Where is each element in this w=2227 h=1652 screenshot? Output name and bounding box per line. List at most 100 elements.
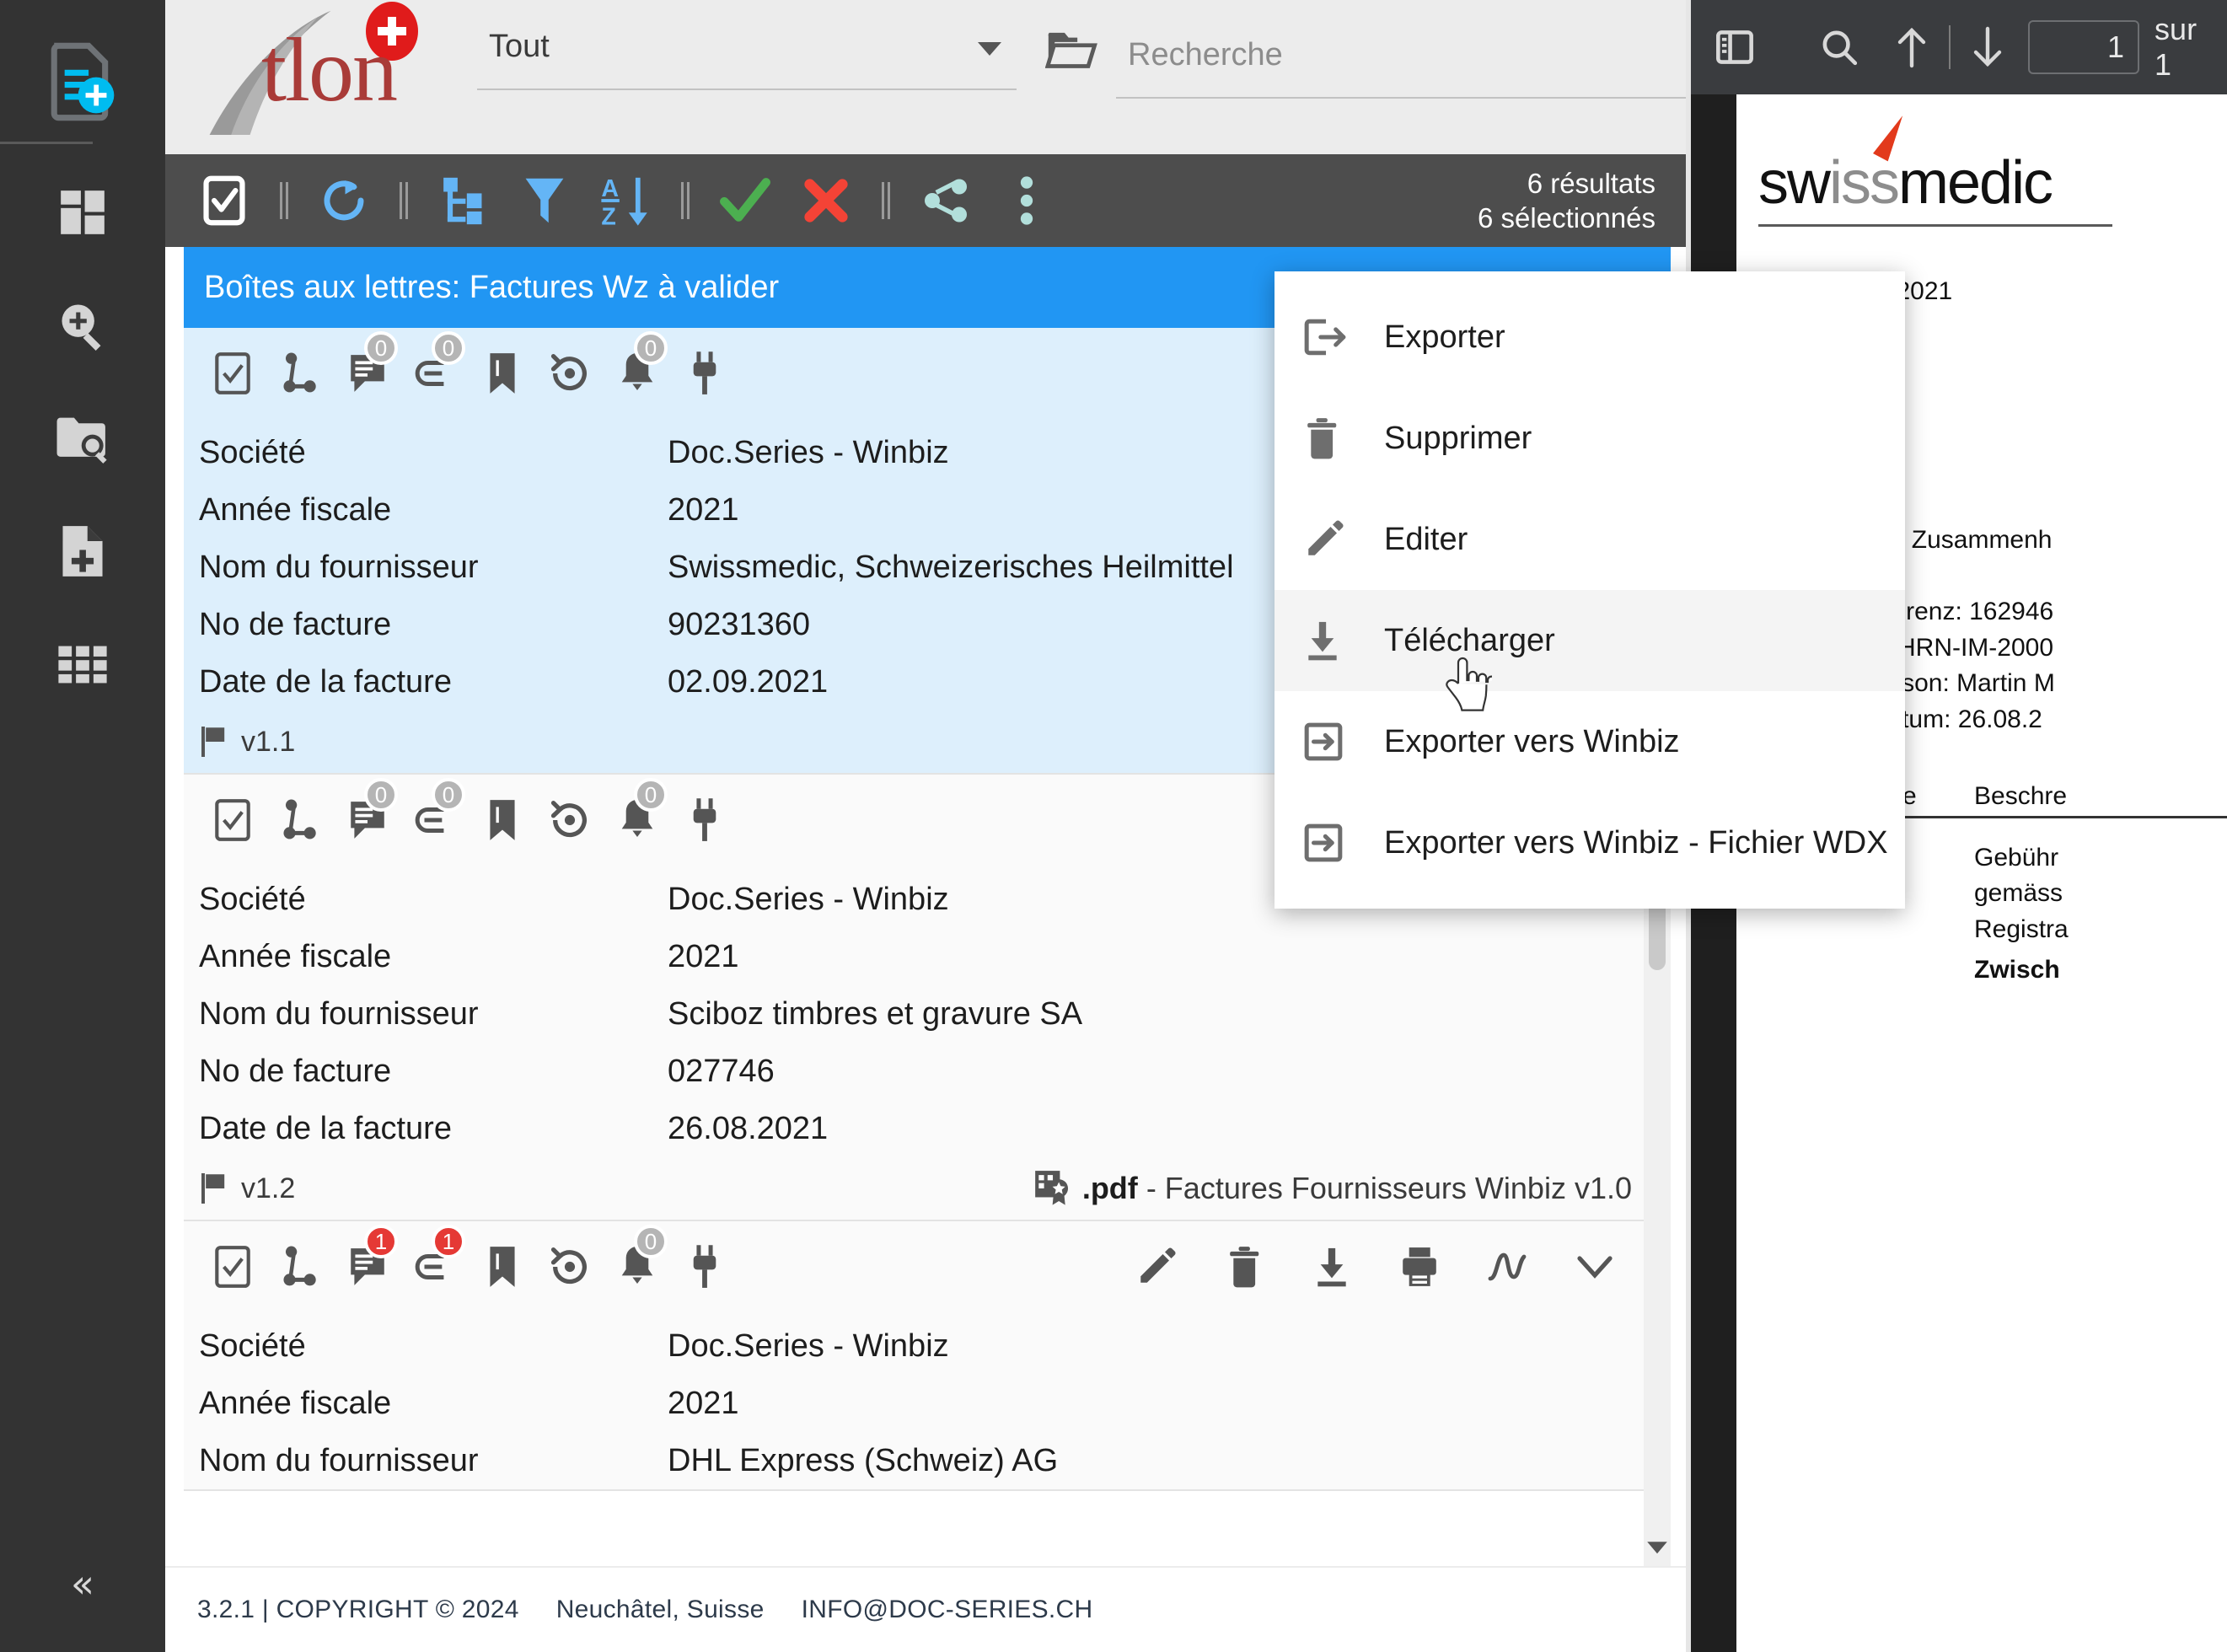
alerts-icon[interactable]: 0: [604, 1225, 671, 1301]
folder-button[interactable]: [1045, 25, 1097, 72]
signature-icon[interactable]: [1463, 1233, 1551, 1301]
list-item: Année fiscale 2021: [199, 1375, 1644, 1432]
grid-icon[interactable]: [0, 608, 165, 721]
pdf-page-input[interactable]: 1: [2028, 20, 2140, 74]
validate-icon[interactable]: [705, 160, 786, 241]
toolbar-divider: [265, 182, 303, 219]
swissmedic-logo: swissmedic: [1758, 111, 2227, 227]
pdf-cell-description: Gebühr gemäss Registra Zwisch: [1974, 840, 2109, 989]
expand-icon[interactable]: [1551, 1233, 1639, 1301]
pdf-toolbar: 1 sur 1: [1691, 0, 2227, 94]
reject-icon[interactable]: [786, 160, 867, 241]
plug-icon[interactable]: [671, 340, 738, 407]
result-counts: 6 résultats 6 sélectionnés: [1478, 166, 1655, 236]
sort-az-icon[interactable]: A Z: [585, 160, 666, 241]
plug-icon[interactable]: [671, 786, 738, 854]
field-value: Doc.Series - Winbiz: [668, 1328, 949, 1364]
pdf-page-total: sur 1: [2155, 12, 2197, 82]
field-value: Swissmedic, Schweizerisches Heilmittel: [668, 549, 1234, 585]
new-document-icon[interactable]: [0, 25, 165, 138]
history-icon[interactable]: [536, 340, 604, 407]
record-fields: Société Doc.Series - Winbiz Année fiscal…: [184, 866, 1644, 1157]
sidebar-toggle-icon[interactable]: [1706, 13, 1763, 81]
comments-icon[interactable]: 0: [334, 331, 401, 407]
bookmark-icon[interactable]: [469, 340, 536, 407]
pdf-search-icon[interactable]: [1811, 13, 1868, 81]
footer-location: Neuchâtel, Suisse: [555, 1596, 765, 1623]
select-all-icon[interactable]: [184, 160, 265, 241]
folder-search-icon[interactable]: [0, 382, 165, 495]
alerts-icon[interactable]: 0: [604, 778, 671, 854]
menu-item-exporter[interactable]: Exporter: [1274, 287, 1905, 388]
context-menu: Exporter Supprimer Editer Télécharger Ex…: [1274, 271, 1905, 909]
menu-item-label: Editer: [1384, 521, 1468, 557]
workflow-icon[interactable]: [266, 1233, 334, 1301]
export-box-icon: [1303, 721, 1384, 762]
app-logo: tlon: [165, 0, 477, 154]
comments-icon[interactable]: 0: [334, 778, 401, 854]
workflow-icon[interactable]: [266, 786, 334, 854]
refresh-icon[interactable]: [303, 160, 384, 241]
record-checkbox-icon[interactable]: [199, 786, 266, 854]
arrow-down-icon[interactable]: [1959, 13, 2016, 81]
share-icon[interactable]: [905, 160, 986, 241]
history-icon[interactable]: [536, 786, 604, 854]
document-add-icon[interactable]: [0, 495, 165, 608]
table-row[interactable]: 1 1 0 Société Doc.Series - Winbiz Année …: [184, 1221, 1644, 1491]
svg-text:Z: Z: [601, 204, 615, 228]
tree-view-icon[interactable]: [423, 160, 504, 241]
section-title: Boîtes aux lettres: Factures Wz à valide…: [204, 269, 780, 305]
export-box-icon: [1303, 823, 1384, 863]
delete-icon[interactable]: [1200, 1233, 1288, 1301]
history-icon[interactable]: [536, 1233, 604, 1301]
results-count-label: 6 résultats: [1527, 168, 1655, 199]
collapse-rail-button[interactable]: «: [0, 1564, 165, 1603]
menu-item-editer[interactable]: Editer: [1274, 489, 1905, 590]
list-item: Nom du fournisseur Sciboz timbres et gra…: [199, 985, 1644, 1043]
comments-icon[interactable]: 1: [334, 1225, 401, 1301]
footer-email[interactable]: INFO@DOC-SERIES.CH: [802, 1596, 1093, 1624]
record-checkbox-icon[interactable]: [199, 340, 266, 407]
alerts-badge: 0: [634, 1225, 668, 1258]
dashboard-icon[interactable]: [0, 156, 165, 269]
download-icon[interactable]: [1288, 1233, 1376, 1301]
field-value: DHL Express (Schweiz) AG: [668, 1442, 1059, 1478]
field-value: 027746: [668, 1053, 775, 1089]
record-footer: v1.2 .pdf - Factures Fournisseurs Winbiz…: [184, 1157, 1644, 1220]
attachments-icon[interactable]: 0: [401, 778, 469, 854]
record-file-info[interactable]: .pdf - Factures Fournisseurs Winbiz v1.0: [1033, 1169, 1632, 1208]
bookmark-icon[interactable]: [469, 786, 536, 854]
menu-item-exporter-winbiz-wdx[interactable]: Exporter vers Winbiz - Fichier WDX: [1274, 792, 1905, 893]
bookmark-icon[interactable]: [469, 1233, 536, 1301]
alerts-icon[interactable]: 0: [604, 331, 671, 407]
pdf-page-value: 1: [2107, 30, 2125, 64]
search-field[interactable]: Recherche: [1116, 37, 1686, 99]
field-label: Année fiscale: [199, 491, 392, 528]
svg-text:A: A: [601, 175, 619, 202]
print-icon[interactable]: [1376, 1233, 1463, 1301]
logo-wordmark: tlon: [261, 20, 398, 121]
search-plus-icon[interactable]: [0, 269, 165, 382]
field-label: No de facture: [199, 1053, 392, 1089]
attachments-icon[interactable]: 1: [401, 1225, 469, 1301]
plug-icon[interactable]: [671, 1233, 738, 1301]
alerts-badge: 0: [634, 331, 668, 365]
workflow-icon[interactable]: [266, 340, 334, 407]
arrow-up-icon[interactable]: [1883, 13, 1940, 81]
pdf-desc-line: Gebühr: [1974, 843, 2059, 872]
field-label: Nom du fournisseur: [199, 1442, 479, 1478]
menu-item-label: Supprimer: [1384, 420, 1532, 456]
menu-item-telecharger[interactable]: Télécharger: [1274, 590, 1905, 691]
field-value: 26.08.2021: [668, 1110, 829, 1146]
record-icon-bar: 1 1 0: [184, 1221, 1644, 1312]
scope-select[interactable]: Tout: [477, 29, 1017, 90]
filter-icon[interactable]: [504, 160, 585, 241]
scroll-down-icon[interactable]: [1644, 1534, 1671, 1561]
attachments-icon[interactable]: 0: [401, 331, 469, 407]
record-checkbox-icon[interactable]: [199, 1233, 266, 1301]
menu-item-supprimer[interactable]: Supprimer: [1274, 388, 1905, 489]
more-vertical-icon[interactable]: [986, 160, 1067, 241]
menu-item-exporter-winbiz[interactable]: Exporter vers Winbiz: [1274, 691, 1905, 792]
edit-icon[interactable]: [1113, 1233, 1200, 1301]
comments-badge: 0: [364, 778, 398, 812]
